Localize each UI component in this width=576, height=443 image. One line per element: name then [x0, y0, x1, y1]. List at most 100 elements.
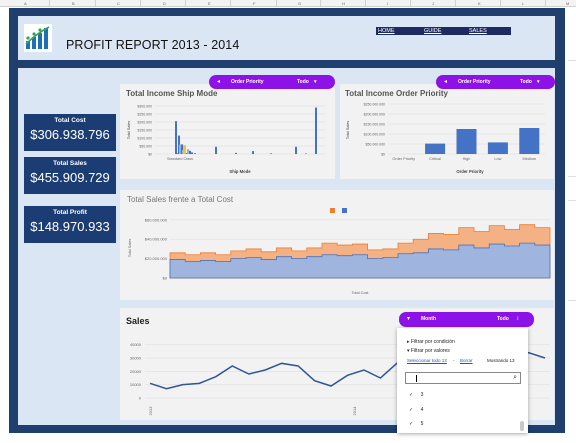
filter-search-input[interactable]: ⌕ — [405, 372, 521, 384]
bar — [519, 128, 540, 154]
x-tick-label: Low — [494, 157, 501, 161]
sheet-gridline — [568, 300, 576, 301]
kpi-label: Total Sales — [53, 160, 87, 167]
column-letter[interactable]: H — [342, 0, 345, 7]
column-letter[interactable]: K — [478, 0, 481, 7]
item-label: 3 — [420, 392, 424, 398]
bar — [187, 149, 189, 154]
x-axis-title: Order Priority — [456, 169, 484, 174]
y-tick-label: 0 — [139, 396, 142, 401]
ship-mode-filter-slicer[interactable]: ◂ Order Priority Todo ▾ — [209, 75, 335, 89]
bar — [194, 153, 196, 154]
x-tick-label: High — [463, 157, 471, 161]
kpi-value: $306.938.796 — [30, 127, 110, 142]
filter-value-item[interactable]: ✓ 3 — [409, 392, 423, 398]
y-tick-label: $20.000.000 — [145, 256, 168, 261]
bar — [270, 153, 272, 154]
column-letter[interactable]: I — [387, 0, 388, 7]
column-divider — [185, 0, 186, 7]
sheet-gridline — [568, 60, 576, 61]
column-divider — [500, 0, 501, 7]
item-label: 4 — [420, 407, 424, 413]
sheet-gridline — [568, 200, 576, 201]
column-letter[interactable]: F — [253, 0, 255, 7]
column-divider — [320, 0, 321, 7]
column-letter[interactable]: G — [298, 0, 301, 7]
showing-count: Mostrando 13 — [487, 358, 515, 363]
filter-options-icon[interactable]: ⁝ — [517, 312, 519, 326]
y-tick-label: 20000 — [130, 369, 142, 374]
filter-toggle-icon: ◂ — [444, 79, 448, 85]
y-tick-label: $60.000.000 — [145, 217, 168, 222]
column-divider — [230, 0, 231, 7]
column-letter[interactable]: L — [522, 0, 524, 7]
bar — [189, 150, 191, 154]
filter-by-values-option[interactable]: ▾ Filtrar por valores — [407, 348, 450, 354]
filter-label: Order Priority — [458, 79, 491, 85]
item-label: 5 — [420, 421, 424, 427]
bar — [252, 151, 254, 154]
filter-value: Todo — [520, 79, 532, 85]
filter-by-condition-option[interactable]: ▸ Filtrar por condición — [407, 339, 455, 345]
filter-label: Month — [421, 316, 436, 322]
nav-link-home[interactable]: HOME — [378, 27, 395, 35]
legend-swatch — [330, 208, 335, 213]
bar — [295, 146, 297, 154]
bar — [315, 107, 317, 154]
y-tick-label: $250.000 — [137, 113, 152, 117]
x-tick-label: Order Priority — [392, 157, 415, 161]
y-axis-title: Total Sales — [346, 121, 350, 140]
sales-vs-cost-area-chart: $0 $20.000.000 $40.000.000 $60.000.000 Total… — [128, 208, 551, 295]
kpi-total-cost: Total Cost $306.938.796 — [24, 114, 116, 151]
column-divider — [49, 0, 50, 7]
filter-toggle-icon: ▾ — [407, 316, 411, 322]
column-divider — [455, 0, 456, 7]
bar — [175, 121, 177, 154]
option-label: Filtrar por condición — [410, 339, 455, 345]
y-tick-label: $200.000 — [137, 121, 152, 125]
order-priority-filter-slicer[interactable]: ◂ Order Priority Todo ▾ — [436, 75, 555, 89]
legend-swatch — [342, 208, 347, 213]
y-tick-label: $200.000.000 — [364, 113, 385, 117]
month-filter-slicer[interactable]: ▾ Month Todo ⁝ — [399, 312, 534, 327]
bar — [425, 143, 446, 154]
clear-link[interactable]: Borrar — [460, 358, 473, 363]
kpi-total-sales: Total Sales $455.909.729 — [24, 157, 116, 194]
column-letter[interactable]: B — [72, 0, 75, 7]
nav-link-sales[interactable]: SALES — [469, 27, 487, 35]
x-axis-title: Total Cost — [352, 291, 370, 295]
select-all-link[interactable]: Seleccionar todo 13 — [407, 358, 447, 363]
x-tick-label: Standard Class — [167, 157, 193, 161]
bar — [235, 152, 237, 154]
sheet-gridline — [568, 176, 576, 177]
y-tick-label: 40000 — [130, 342, 142, 347]
filter-value-item[interactable]: ✓ 5 — [409, 421, 423, 427]
column-letter[interactable]: C — [117, 0, 120, 7]
column-letter[interactable]: M — [566, 0, 569, 7]
filter-value: Todo — [297, 79, 309, 85]
dropdown-scrollbar[interactable] — [520, 421, 524, 431]
nav-link-guide[interactable]: GUIDE — [424, 27, 441, 35]
y-tick-label: $300.000 — [137, 105, 152, 109]
filter-value: Todo — [497, 316, 509, 322]
page-title: PROFIT REPORT 2013 - 2014 — [66, 38, 240, 52]
column-letter[interactable]: D — [163, 0, 166, 7]
kpi-value: $455.909.729 — [30, 170, 110, 185]
column-divider — [95, 0, 96, 7]
bar — [456, 129, 477, 154]
kpi-label: Total Cost — [54, 117, 86, 124]
dropdown-arrow-icon: ▾ — [314, 79, 317, 85]
bar — [179, 144, 181, 154]
column-letter[interactable]: A — [24, 0, 27, 7]
filter-toggle-icon: ◂ — [217, 79, 221, 85]
top-navigation: HOME GUIDE SALES — [376, 27, 511, 35]
sales-vs-cost-chart-card: Total Sales frente a Total Cost $0 $20.00… — [120, 190, 554, 300]
filter-value-item[interactable]: ✓ 4 — [409, 407, 423, 413]
y-tick-label: $150.000.000 — [364, 123, 385, 127]
ship-mode-bar-chart: $0 $50.000 $100.000 $150.000 $200.000 $250.00… — [127, 105, 325, 174]
x-tick-label: 2014 — [352, 406, 357, 416]
column-letter[interactable]: E — [208, 0, 211, 7]
option-label: Filtrar por valores — [410, 348, 450, 354]
y-tick-label: $0 — [163, 276, 168, 281]
column-letter[interactable]: J — [432, 0, 434, 7]
